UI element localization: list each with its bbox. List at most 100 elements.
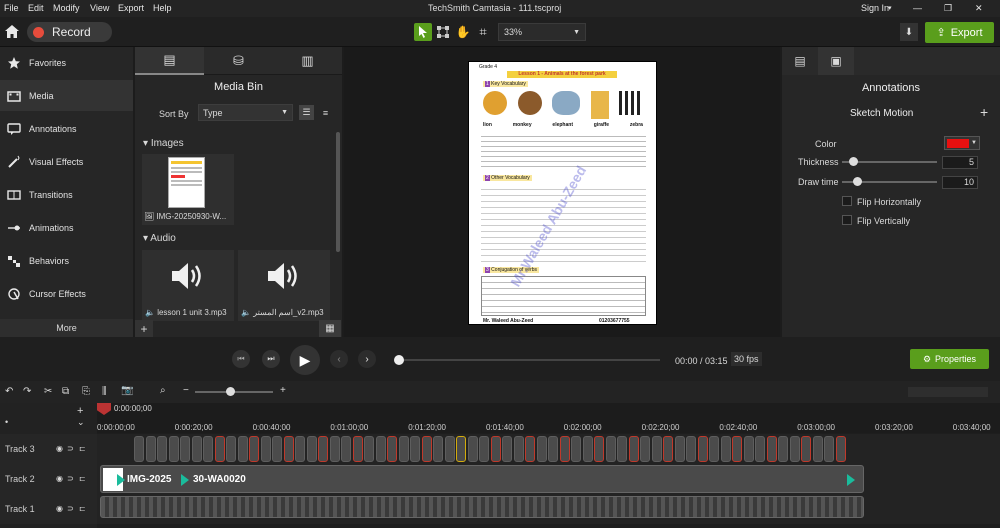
scrub-bar[interactable] [398,359,660,361]
annotation-clip[interactable] [214,436,225,462]
annotation-clip[interactable] [502,436,512,462]
nav-item-behaviors[interactable]: Behaviors [0,245,133,276]
time-ruler[interactable] [97,403,1000,433]
annotation-clip[interactable] [490,436,501,462]
annotation-clip[interactable] [640,436,650,462]
zoom-out-icon[interactable]: − [183,385,189,396]
annotation-clip[interactable] [375,436,386,462]
annotation-clip[interactable] [306,436,317,462]
nav-item-visual-effects[interactable]: Visual Effects [0,146,133,177]
cut-icon[interactable]: ✂ [44,386,52,397]
nav-item-cursor-effects[interactable]: Cursor Effects [0,278,133,309]
annotation-clip[interactable] [341,436,351,462]
annotation-clip[interactable] [168,436,179,462]
menu-export[interactable]: Export [118,3,144,13]
flip-vertical-checkbox[interactable] [842,215,852,225]
tab-stock[interactable]: ▥ [273,47,342,75]
snapshot-icon[interactable]: 📷 [121,385,133,396]
annotation-clip[interactable] [755,436,765,462]
annotation-clip[interactable] [513,436,524,462]
download-icon[interactable]: ⬇ [900,23,918,41]
annotation-clip[interactable] [249,436,259,462]
home-icon[interactable] [4,23,20,39]
nav-item-transitions[interactable]: Transitions [0,179,133,210]
add-media-icon[interactable]: + [135,320,153,337]
step-back-icon[interactable]: ⏮ [232,350,250,368]
pan-hand-icon[interactable]: ✋ [454,23,472,41]
annotation-clip[interactable] [191,436,202,462]
annotation-clip[interactable] [145,436,156,462]
annotation-clip[interactable] [686,436,696,462]
annotation-clip[interactable] [536,436,547,462]
undo-icon[interactable]: ↶ [5,386,13,397]
annotation-clip[interactable] [134,436,144,462]
nav-item-media[interactable]: Media [0,80,133,111]
copy-icon[interactable]: ⧉ [62,386,69,397]
annotation-clip[interactable] [720,436,731,462]
mute-icon[interactable]: ⊏ [79,504,86,513]
mute-icon[interactable]: ⊏ [79,444,86,453]
lock-icon[interactable]: ⊃ [67,444,74,453]
annotation-clip[interactable] [778,436,788,462]
annotation-clip[interactable] [352,436,363,462]
chevron-down-icon[interactable]: ▾ [888,4,892,12]
transition-marker-icon[interactable] [181,474,189,486]
annotation-clip[interactable] [674,436,685,462]
add-track-icon[interactable]: + [77,405,83,417]
transition-marker-icon[interactable] [847,474,855,486]
annotation-clip[interactable] [651,436,662,462]
menu-file[interactable]: File [4,3,19,13]
annotation-clip[interactable] [617,436,627,462]
annotation-clip[interactable] [743,436,754,462]
draw-time-input[interactable]: 10 [942,176,978,189]
redo-icon[interactable]: ↷ [23,386,31,397]
tab-visual-properties[interactable]: ▤ [782,47,818,75]
annotation-clip[interactable] [525,436,535,462]
annotation-clip[interactable] [364,436,374,462]
nav-item-annotations[interactable]: Annotations [0,113,133,144]
tab-media-bin[interactable]: ▤ [135,47,204,75]
annotation-clip[interactable] [605,436,616,462]
audio-header[interactable]: ▾ Audio [143,233,176,244]
annotation-clip[interactable] [766,436,777,462]
annotation-clip[interactable] [594,436,604,462]
paste-icon[interactable]: ⎘ [82,386,90,397]
annotation-clip[interactable] [456,436,466,462]
annotation-clip[interactable] [295,436,305,462]
track-marker-icon[interactable]: • [5,417,8,427]
transition-marker-icon[interactable] [117,474,125,486]
eye-icon[interactable]: ◉ [56,504,63,513]
annotation-clip[interactable] [812,436,823,462]
next-marker-icon[interactable]: › [358,350,376,368]
scrub-knob[interactable] [394,355,404,365]
menu-view[interactable]: View [90,3,109,13]
menu-modify[interactable]: Modify [53,3,80,13]
annotation-clip[interactable] [582,436,593,462]
timeline-scrollbar[interactable] [908,387,988,397]
annotation-clip[interactable] [398,436,409,462]
nav-item-favorites[interactable]: Favorites [0,47,133,78]
annotation-clip[interactable] [801,436,811,462]
annotation-clip[interactable] [467,436,478,462]
close-icon[interactable]: ✕ [975,3,983,14]
annotation-clip[interactable] [732,436,742,462]
sort-select[interactable]: Type ▼ [198,104,293,121]
annotation-clip[interactable] [387,436,397,462]
annotation-clip[interactable] [203,436,213,462]
export-button[interactable]: ⇪ Export [925,22,994,43]
color-picker[interactable]: ▼ [944,136,980,150]
annotation-clip[interactable] [444,436,455,462]
annotation-clip[interactable] [421,436,432,462]
annotation-clip[interactable] [663,436,673,462]
crop-icon[interactable]: ⌗ [474,23,492,41]
sign-in-link[interactable]: Sign In [861,3,889,13]
draw-time-slider-knob[interactable] [853,177,863,186]
annotation-clip[interactable] [180,436,190,462]
audio-clip[interactable] [100,496,864,518]
annotation-clip[interactable] [628,436,639,462]
eye-icon[interactable]: ◉ [56,474,63,483]
mute-icon[interactable]: ⊏ [79,474,86,483]
annotation-clip[interactable] [226,436,236,462]
lock-icon[interactable]: ⊃ [67,504,74,513]
annotation-clip[interactable] [260,436,271,462]
